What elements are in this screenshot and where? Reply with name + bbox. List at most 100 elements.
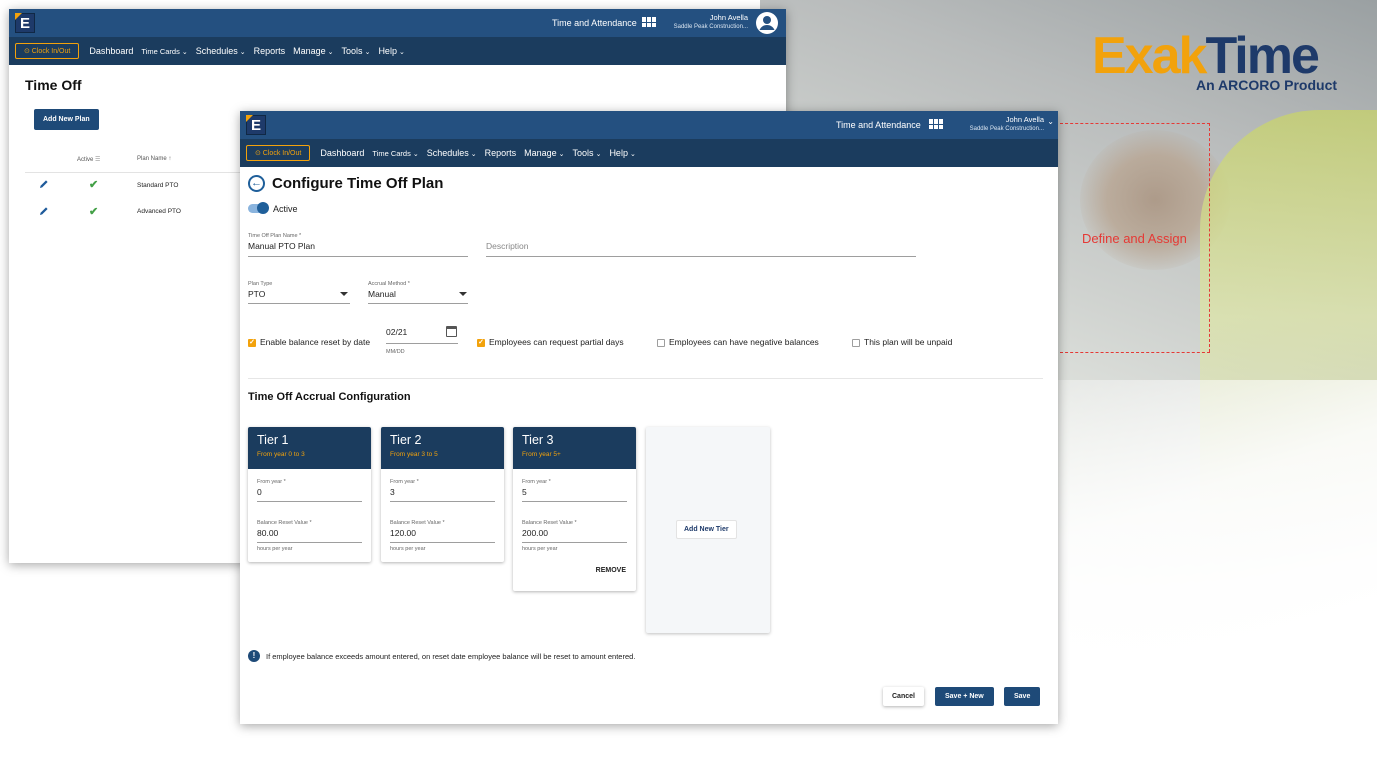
main-nav: ⊙ Clock In/Out Dashboard Time Cards ⌄ Sch… xyxy=(240,139,1058,167)
clock-in-out-button[interactable]: ⊙ Clock In/Out xyxy=(15,43,80,59)
nav-schedules[interactable]: Schedules ⌄ xyxy=(427,148,477,158)
active-toggle[interactable] xyxy=(248,202,269,214)
cancel-button[interactable]: Cancel xyxy=(883,687,924,706)
user-name[interactable]: John Avella xyxy=(710,13,748,22)
app-switcher-label[interactable]: Time and Attendance xyxy=(552,18,637,28)
chevron-down-icon: ⌄ xyxy=(239,49,246,56)
nav-tools[interactable]: Tools ⌄ xyxy=(342,46,371,56)
negative-balances-checkbox[interactable] xyxy=(657,339,665,347)
app-switcher-label[interactable]: Time and Attendance xyxy=(836,120,921,130)
back-arrow-icon[interactable]: ← xyxy=(248,175,265,192)
tier-name: Tier 1 xyxy=(257,433,289,447)
from-year-underline xyxy=(257,501,362,502)
accrual-method-select[interactable]: Manual xyxy=(368,289,396,299)
column-header-plan-name[interactable]: Plan Name ↑ xyxy=(137,156,171,162)
configure-plan-window: E Time and Attendance John Avella Saddle… xyxy=(240,111,1058,724)
user-name[interactable]: John Avella xyxy=(1006,115,1044,124)
reset-value-underline xyxy=(390,542,495,543)
reset-date-input[interactable]: 02/21 xyxy=(386,327,407,337)
partial-days-checkbox[interactable]: ✓ xyxy=(477,339,485,347)
partial-days-label[interactable]: Employees can request partial days xyxy=(489,337,624,347)
clock-in-out-button[interactable]: ⊙ Clock In/Out xyxy=(246,145,311,161)
chevron-down-icon: ⌄ xyxy=(558,151,565,158)
chevron-down-icon: ⌄ xyxy=(327,49,334,56)
user-company[interactable]: Saddle Peak Construction... xyxy=(970,126,1044,132)
user-company[interactable]: Saddle Peak Construction... xyxy=(674,24,748,30)
nav-reports[interactable]: Reports xyxy=(254,46,286,56)
nav-manage[interactable]: Manage ⌄ xyxy=(524,148,564,158)
reset-date-hint: MM/DD xyxy=(386,349,405,355)
nav-schedules[interactable]: Schedules ⌄ xyxy=(196,46,246,56)
app-logo[interactable]: E xyxy=(15,13,35,33)
app-logo[interactable]: E xyxy=(246,115,266,135)
table-row-plan-name[interactable]: Advanced PTO xyxy=(137,208,181,215)
chevron-down-icon: ⌄ xyxy=(398,49,405,56)
chevron-down-icon: ⌄ xyxy=(595,151,602,158)
filter-icon[interactable]: ☰ xyxy=(95,157,100,163)
reset-value-underline xyxy=(522,542,627,543)
reset-value-input[interactable]: 80.00 xyxy=(257,528,278,538)
tier-header: Tier 1 From year 0 to 3 xyxy=(248,427,371,469)
chevron-down-icon: ⌄ xyxy=(412,150,419,158)
reset-value-label: Balance Reset Value * xyxy=(257,520,312,526)
nav-help[interactable]: Help ⌄ xyxy=(609,148,635,158)
reset-value-label: Balance Reset Value * xyxy=(522,520,577,526)
reset-value-input[interactable]: 120.00 xyxy=(390,528,416,538)
tier-card: Tier 3 From year 5+ From year * 5 Balanc… xyxy=(513,427,636,591)
table-row-plan-name[interactable]: Standard PTO xyxy=(137,182,178,189)
chevron-down-icon: ⌄ xyxy=(470,151,477,158)
nav-tools[interactable]: Tools ⌄ xyxy=(573,148,602,158)
tier-range: From year 0 to 3 xyxy=(257,451,305,458)
nav-help[interactable]: Help ⌄ xyxy=(378,46,404,56)
from-year-input[interactable]: 0 xyxy=(257,487,262,497)
sort-asc-icon[interactable]: ↑ xyxy=(168,156,171,162)
from-year-underline xyxy=(390,501,495,502)
calendar-icon[interactable] xyxy=(446,326,457,337)
reset-by-date-checkbox[interactable]: ✓ xyxy=(248,339,256,347)
unpaid-label[interactable]: This plan will be unpaid xyxy=(864,337,952,347)
negative-balances-label[interactable]: Employees can have negative balances xyxy=(669,337,819,347)
edit-pencil-icon[interactable] xyxy=(39,179,49,189)
plan-name-field[interactable]: Manual PTO Plan xyxy=(248,241,315,251)
apps-grid-icon[interactable] xyxy=(929,119,943,129)
accrual-method-underline xyxy=(368,303,468,304)
plan-type-underline xyxy=(248,303,350,304)
unpaid-checkbox[interactable] xyxy=(852,339,860,347)
from-year-input[interactable]: 5 xyxy=(522,487,527,497)
tier-header: Tier 3 From year 5+ xyxy=(513,427,636,469)
tier-card: Tier 2 From year 3 to 5 From year * 3 Ba… xyxy=(381,427,504,562)
apps-grid-icon[interactable] xyxy=(642,17,656,27)
avatar-icon[interactable] xyxy=(755,11,779,35)
nav-dashboard[interactable]: Dashboard xyxy=(89,46,133,56)
nav-time-cards[interactable]: Time Cards ⌄ xyxy=(141,47,187,56)
description-underline xyxy=(486,256,916,257)
from-year-input[interactable]: 3 xyxy=(390,487,395,497)
add-new-tier-button[interactable]: Add New Tier xyxy=(676,520,737,539)
reset-date-underline xyxy=(386,343,458,344)
user-menu-chevron-icon[interactable]: ⌄ xyxy=(1047,117,1054,126)
nav-time-cards[interactable]: Time Cards ⌄ xyxy=(372,149,418,158)
accrual-method-dropdown-icon[interactable] xyxy=(459,292,467,296)
save-new-button[interactable]: Save + New xyxy=(935,687,994,706)
logo-word-orange: Exak xyxy=(1092,27,1207,85)
nav-dashboard[interactable]: Dashboard xyxy=(320,148,364,158)
add-new-plan-button[interactable]: Add New Plan xyxy=(34,109,99,130)
edit-pencil-icon[interactable] xyxy=(39,206,49,216)
description-field[interactable]: Description xyxy=(486,241,529,251)
plan-type-dropdown-icon[interactable] xyxy=(340,292,348,296)
app-header: E Time and Attendance John Avella Saddle… xyxy=(240,111,1058,139)
reset-value-input[interactable]: 200.00 xyxy=(522,528,548,538)
nav-manage[interactable]: Manage ⌄ xyxy=(293,46,333,56)
active-check-icon: ✔ xyxy=(89,179,99,191)
remove-tier-button[interactable]: REMOVE xyxy=(596,567,626,574)
active-check-icon: ✔ xyxy=(89,206,99,218)
from-year-label: From year * xyxy=(522,479,551,485)
nav-reports[interactable]: Reports xyxy=(485,148,517,158)
save-button[interactable]: Save xyxy=(1004,687,1041,706)
tier-header: Tier 2 From year 3 to 5 xyxy=(381,427,504,469)
column-header-active[interactable]: Active ☰ xyxy=(77,156,100,163)
callout-label: Define and Assign xyxy=(1082,231,1187,246)
plan-type-select[interactable]: PTO xyxy=(248,289,265,299)
reset-by-date-label[interactable]: Enable balance reset by date xyxy=(260,337,370,347)
chevron-down-icon: ⌄ xyxy=(364,49,371,56)
